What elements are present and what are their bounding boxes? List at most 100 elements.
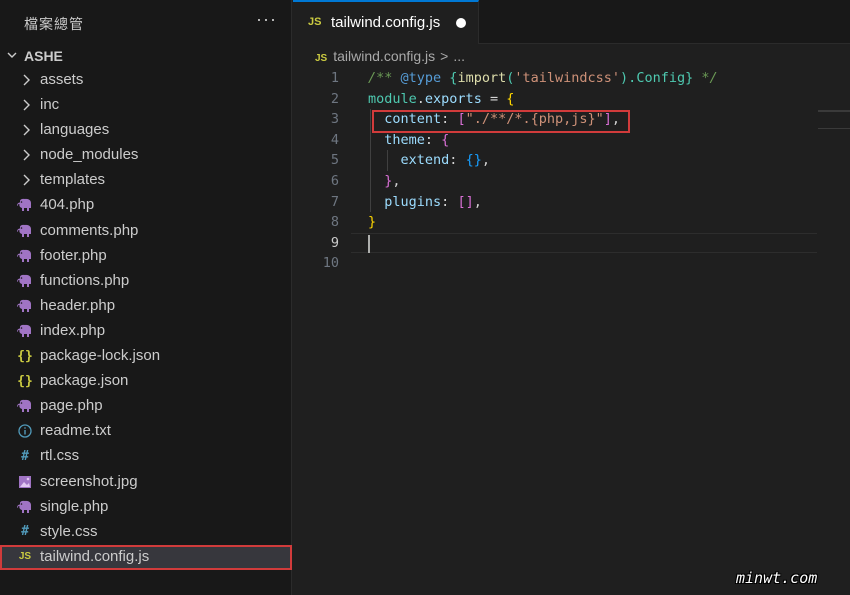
file-tree-item-label: node_modules xyxy=(40,146,139,164)
chevron-right-icon xyxy=(23,174,30,186)
file-tree-item-templates[interactable]: templates xyxy=(0,168,292,193)
file-tree-item-index-php[interactable]: index.php xyxy=(0,319,292,344)
explorer-title: 檔案總管 xyxy=(24,16,84,32)
file-tree-item-readme-txt[interactable]: readme.txt xyxy=(0,419,292,444)
file-tree-item-footer-php[interactable]: footer.php xyxy=(0,244,292,269)
breadcrumb-separator: > xyxy=(440,48,449,64)
code-editor[interactable]: 1 /** @type {import('tailwindcss').Confi… xyxy=(293,68,850,274)
file-tree-item-label: languages xyxy=(40,121,110,139)
file-tree-item-header-php[interactable]: header.php xyxy=(0,294,292,319)
workspace-root-label: ASHE xyxy=(24,48,63,64)
elephant-icon xyxy=(17,499,33,515)
line-number: 9 xyxy=(330,234,339,251)
file-tree-item-label: assets xyxy=(40,71,84,88)
chevron-down-icon xyxy=(7,52,17,58)
file-tree-item-package-json[interactable]: {} package.json xyxy=(0,369,292,394)
info-icon xyxy=(17,423,33,439)
watermark: minwt.com xyxy=(736,569,818,587)
line-number: 4 xyxy=(330,131,339,148)
code-line-8: 8 } xyxy=(293,212,850,233)
more-actions-button[interactable]: ··· xyxy=(256,9,277,30)
breadcrumb: JS tailwind.config.js >... xyxy=(315,48,465,66)
code-line-5: 5 extend: {}, xyxy=(293,150,850,171)
line-number: 7 xyxy=(330,193,339,210)
file-tree-item-comments-php[interactable]: comments.php xyxy=(0,219,292,244)
file-tree-item-assets[interactable]: assets xyxy=(0,68,292,93)
file-tree-item-label: comments.php xyxy=(40,221,139,239)
tab-label: tailwind.config.js xyxy=(331,14,441,31)
file-tree-item-label: package-lock.json xyxy=(40,347,161,365)
file-tree-item-single-php[interactable]: single.php xyxy=(0,495,292,520)
line-number: 6 xyxy=(330,172,339,189)
chevron-right-icon xyxy=(23,74,30,86)
file-tree-item-languages[interactable]: languages xyxy=(0,118,292,143)
line-number: 10 xyxy=(322,255,339,272)
line-number: 1 xyxy=(330,70,339,86)
file-tree-item-page-php[interactable]: page.php xyxy=(0,394,292,419)
file-tree-item-label: index.php xyxy=(40,321,106,339)
elephant-icon xyxy=(17,298,33,314)
code-line-6: 6 }, xyxy=(293,171,850,192)
braces-icon: {} xyxy=(17,348,33,364)
code-line-7: 7 plugins: [], xyxy=(293,192,850,213)
chevron-right-icon xyxy=(23,124,30,136)
image-icon xyxy=(17,474,33,490)
editor-area: JS tailwind.config.js JS tailwind.config.… xyxy=(293,0,850,595)
file-tree-item-screenshot-jpg[interactable]: screenshot.jpg xyxy=(0,470,292,495)
file-tree-item-label: header.php xyxy=(40,296,116,314)
elephant-icon xyxy=(17,273,33,289)
chevron-right-icon xyxy=(23,149,30,161)
tab-bar: JS tailwind.config.js xyxy=(293,0,850,44)
elephant-icon xyxy=(17,223,33,239)
hash-icon: # xyxy=(21,524,29,540)
breadcrumb-symbol[interactable]: ... xyxy=(453,48,465,64)
line-number: 5 xyxy=(330,152,339,169)
file-tree-item-rtl-css[interactable]: # rtl.css xyxy=(0,444,292,469)
hash-icon: # xyxy=(21,448,29,464)
code-line-1: 1 /** @type {import('tailwindcss').Confi… xyxy=(293,68,850,89)
file-tree-item-label: inc xyxy=(40,96,60,114)
elephant-icon xyxy=(17,248,33,264)
file-tree-item-package-lock-json[interactable]: {} package-lock.json xyxy=(0,344,292,369)
file-tree-item-label: page.php xyxy=(40,397,103,415)
js-icon: JS xyxy=(315,53,328,64)
line-number: 8 xyxy=(330,214,339,231)
file-tree-item-label: functions.php xyxy=(40,271,130,289)
elephant-icon xyxy=(17,197,33,213)
code-line-9: 9 xyxy=(293,233,850,254)
file-tree-item-functions-php[interactable]: functions.php xyxy=(0,269,292,294)
unsaved-dot-icon[interactable] xyxy=(456,18,466,28)
file-tree-item-label: 404.php xyxy=(40,196,95,214)
tab-tailwind-config[interactable]: JS tailwind.config.js xyxy=(293,0,479,44)
explorer-header: 檔案總管 ··· xyxy=(0,0,292,44)
elephant-icon xyxy=(17,398,33,414)
file-tree-item-label: footer.php xyxy=(40,246,107,264)
file-tree-item-label: rtl.css xyxy=(40,447,80,465)
file-tree-item-label: readme.txt xyxy=(40,422,111,440)
file-tree-item-404-php[interactable]: 404.php xyxy=(0,193,292,218)
explorer-sidebar: 檔案總管 ··· ASHE assets inc languages node_mod… xyxy=(0,0,292,595)
file-tree-item-label: templates xyxy=(40,171,106,189)
file-tree-item-label: package.json xyxy=(40,372,129,390)
file-tree-item-label: style.css xyxy=(40,522,98,540)
file-tree-item-label: screenshot.jpg xyxy=(40,472,138,490)
file-tree: assets inc languages node_modules templates 4… xyxy=(0,68,292,570)
workspace-root[interactable]: ASHE xyxy=(0,45,292,67)
chevron-right-icon xyxy=(23,99,30,111)
file-tree-item-label: single.php xyxy=(40,497,109,515)
file-tree-item-inc[interactable]: inc xyxy=(0,93,292,118)
braces-icon: {} xyxy=(17,373,33,389)
js-icon: JS xyxy=(308,16,322,28)
file-tree-item-style-css[interactable]: # style.css xyxy=(0,520,292,545)
content-highlight-box xyxy=(372,110,630,133)
elephant-icon xyxy=(17,323,33,339)
line-number: 3 xyxy=(330,111,339,128)
code-line-10: 10 xyxy=(293,253,850,274)
file-tree-item-tailwind-config-js[interactable]: JS tailwind.config.js xyxy=(0,544,292,570)
breadcrumb-file[interactable]: tailwind.config.js xyxy=(333,48,435,64)
code-line-2: 2 module.exports = { xyxy=(293,89,850,110)
file-tree-item-node-modules[interactable]: node_modules xyxy=(0,143,292,168)
text-cursor xyxy=(368,235,370,253)
file-tree-item-label: tailwind.config.js xyxy=(40,547,150,565)
js-icon: JS xyxy=(18,551,32,563)
